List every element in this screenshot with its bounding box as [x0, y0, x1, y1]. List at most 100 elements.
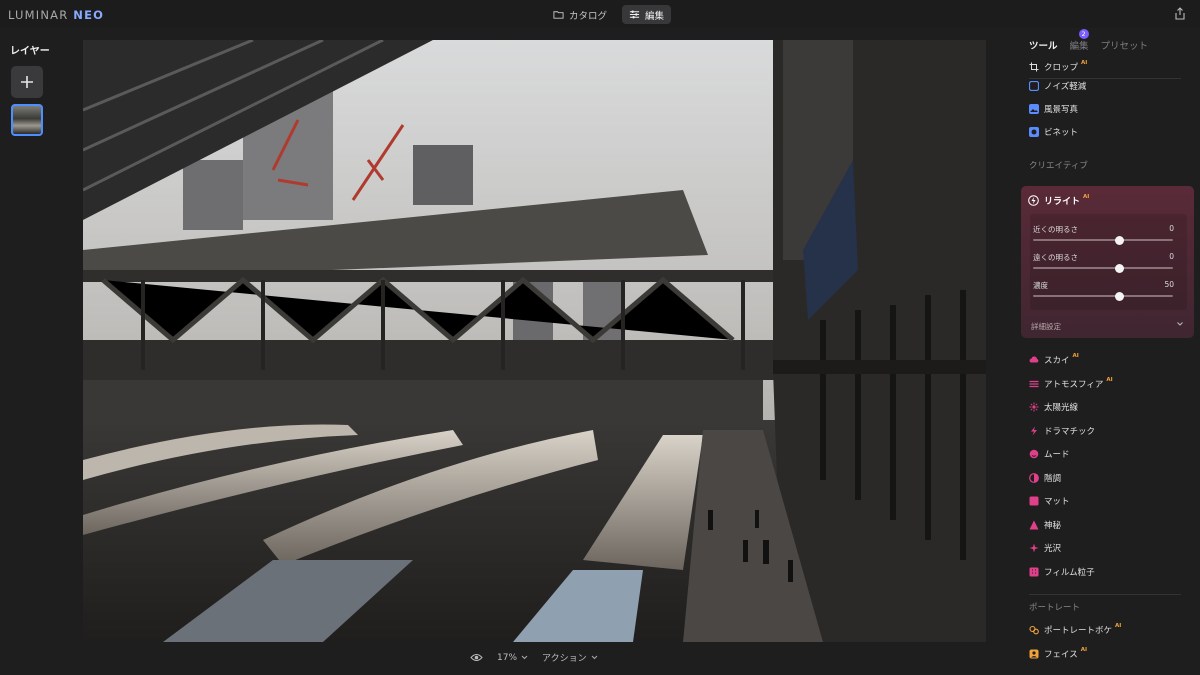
- tool-label: フィルム粒子: [1044, 567, 1095, 578]
- tool-portrait-bokeh[interactable]: ポートレートボケ AI: [1029, 622, 1121, 638]
- top-bar: LUMINAR NEO カタログ 編集: [0, 0, 1200, 28]
- tab-edit[interactable]: 編集: [622, 5, 672, 24]
- tab-catalog[interactable]: カタログ: [546, 5, 614, 24]
- near-brightness-value: 0: [1169, 224, 1174, 233]
- chevron-down-icon[interactable]: [1176, 320, 1184, 328]
- tab-edits-label: 編集: [1069, 41, 1089, 52]
- tool-noise-label: ノイズ軽減: [1044, 82, 1087, 92]
- mystical-icon: [1029, 520, 1039, 530]
- tool-label: 太陽光線: [1044, 403, 1079, 413]
- tool-landscape-label: 風景写真: [1044, 105, 1079, 115]
- glow-icon: [1029, 543, 1039, 553]
- relight-title: リライト: [1044, 197, 1081, 207]
- near-brightness-label: 近くの明るさ: [1033, 225, 1078, 234]
- tab-edits[interactable]: 編集 2: [1069, 29, 1089, 52]
- tool-matte[interactable]: マット: [1029, 493, 1070, 509]
- tool-vignette-label: ビネット: [1044, 128, 1079, 138]
- face-icon: [1029, 649, 1039, 659]
- tool-label: 光沢: [1044, 544, 1062, 554]
- chevron-down-icon: [521, 655, 528, 660]
- tool-label: アトモスフィア: [1044, 379, 1104, 390]
- tool-noise[interactable]: ノイズ軽減: [1029, 78, 1086, 94]
- tool-mystical[interactable]: 神秘: [1029, 517, 1061, 533]
- ai-badge: AI: [1081, 60, 1088, 66]
- sunrays-icon: [1029, 402, 1039, 412]
- film-grain-icon: [1029, 567, 1039, 577]
- toning-icon: [1029, 472, 1039, 483]
- landscape-icon: [1029, 104, 1039, 114]
- slider-handle[interactable]: [1115, 263, 1125, 273]
- eye-icon[interactable]: [470, 653, 483, 662]
- advanced-settings[interactable]: 詳細設定: [1031, 321, 1061, 332]
- far-brightness-label: 遠くの明るさ: [1033, 253, 1078, 262]
- tool-landscape[interactable]: 風景写真: [1029, 101, 1078, 117]
- tool-mood[interactable]: ムード: [1029, 446, 1070, 462]
- bottom-bar: 17% アクション: [470, 651, 598, 664]
- relight-panel: リライト AI 近くの明るさ 0 遠くの明るさ 0 濃度 50 詳細設定: [1021, 186, 1194, 338]
- vignette-icon: [1029, 127, 1039, 137]
- actions-menu[interactable]: アクション: [542, 651, 598, 664]
- layer-thumbnail[interactable]: [11, 104, 43, 136]
- tool-sky[interactable]: スカイ AI: [1029, 352, 1079, 368]
- tool-label: ムード: [1044, 450, 1070, 460]
- tool-label: マット: [1044, 497, 1070, 507]
- tool-toning[interactable]: 階調: [1029, 470, 1061, 486]
- edits-count-badge: 2: [1078, 29, 1089, 39]
- tab-edit-label: 編集: [645, 10, 665, 22]
- tool-atmosphere[interactable]: アトモスフィア AI: [1029, 376, 1113, 392]
- tool-label: ポートレートボケ: [1044, 626, 1113, 636]
- atmosphere-icon: [1029, 379, 1039, 389]
- tool-crop[interactable]: クロップ AI: [1029, 59, 1087, 75]
- mood-icon: [1029, 449, 1039, 459]
- divider: [1029, 594, 1181, 595]
- sky-icon: [1029, 355, 1039, 365]
- section-portrait: ポートレート: [1029, 603, 1081, 613]
- share-icon[interactable]: [1174, 7, 1186, 20]
- portrait-bokeh-icon: [1029, 625, 1039, 635]
- density-value: 50: [1164, 280, 1174, 289]
- zoom-value: 17%: [497, 652, 518, 663]
- add-layer-button[interactable]: [11, 66, 43, 98]
- relight-header[interactable]: リライト AI: [1028, 194, 1089, 207]
- sliders-icon: [629, 10, 640, 19]
- tool-label: 神秘: [1044, 520, 1062, 531]
- slider-handle[interactable]: [1115, 235, 1125, 245]
- tool-face[interactable]: フェイス AI: [1029, 646, 1087, 662]
- tool-film-grain[interactable]: フィルム粒子: [1029, 564, 1095, 580]
- ai-badge: AI: [1072, 353, 1079, 359]
- tool-crop-label: クロップ: [1044, 63, 1079, 73]
- tool-label: フェイス: [1044, 649, 1078, 660]
- dramatic-icon: [1029, 426, 1039, 436]
- tab-presets[interactable]: プリセット: [1101, 38, 1149, 52]
- app-logo: LUMINAR NEO: [8, 8, 105, 22]
- ai-badge: AI: [1106, 376, 1113, 383]
- tools-panel: ツール 編集 2 プリセット クロップ AI ノイズ軽減 風景写真 ビネット クリエ…: [1020, 28, 1200, 675]
- tab-tools[interactable]: ツール: [1029, 38, 1058, 52]
- relight-icon: [1028, 195, 1039, 206]
- chevron-down-icon: [591, 655, 597, 660]
- crop-icon: [1029, 62, 1039, 72]
- tool-glow[interactable]: 光沢: [1029, 540, 1061, 556]
- zoom-select[interactable]: 17%: [497, 653, 528, 663]
- tool-label: 階調: [1044, 473, 1062, 484]
- tool-vignette[interactable]: ビネット: [1029, 124, 1078, 140]
- panel-tabs: ツール 編集 2 プリセット: [1029, 29, 1149, 52]
- mode-tabs: カタログ 編集: [546, 5, 672, 24]
- density-label: 濃度: [1033, 281, 1048, 290]
- matte-icon: [1029, 496, 1039, 506]
- plus-icon: [21, 76, 33, 88]
- tool-dramatic[interactable]: ドラマチック: [1029, 423, 1095, 439]
- tool-sunrays[interactable]: 太陽光線: [1029, 399, 1078, 415]
- far-brightness-value: 0: [1169, 252, 1174, 261]
- layers-title: レイヤー: [10, 46, 50, 57]
- actions-label: アクション: [542, 654, 587, 664]
- density-slider[interactable]: [1033, 291, 1173, 301]
- noise-icon: [1029, 81, 1039, 91]
- canvas-photo[interactable]: [83, 40, 986, 642]
- tool-label: スカイ: [1044, 356, 1070, 366]
- ai-badge: AI: [1083, 193, 1090, 200]
- far-brightness-slider[interactable]: [1033, 263, 1173, 273]
- slider-handle[interactable]: [1115, 291, 1125, 301]
- section-creative: クリエイティブ: [1029, 161, 1088, 171]
- near-brightness-slider[interactable]: [1033, 235, 1173, 245]
